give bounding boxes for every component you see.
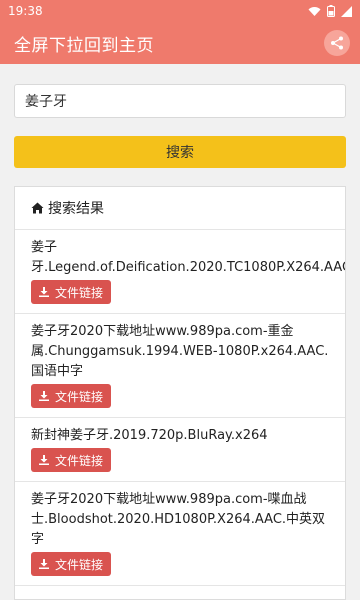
result-title[interactable]: 姜子 牙.Legend.of.Deification.2020.TC1080P.X… — [31, 238, 345, 278]
share-button[interactable] — [324, 30, 350, 56]
result-item: 姜子 牙.Legend.of.Deification.2020.TC1080P.X… — [15, 230, 345, 314]
status-icons — [308, 5, 352, 17]
status-bar: 19:38 — [0, 0, 360, 22]
status-time: 19:38 — [8, 4, 43, 18]
download-icon — [39, 287, 49, 297]
download-icon — [39, 455, 49, 465]
result-title[interactable]: 姜子牙2020下载地址www.989pa.com-喋血战 士.Bloodshot.… — [31, 490, 329, 550]
result-title[interactable]: 姜子牙2020下载地址www.989pa.com-重金 属.Chunggamsuk… — [31, 322, 329, 382]
search-button[interactable]: 搜索 — [14, 136, 346, 168]
result-item: 姜子牙2020下载地址www.989pa.com-重金 属.Chunggamsuk… — [15, 314, 345, 418]
file-link-button[interactable]: 文件链接 — [31, 384, 112, 408]
wifi-icon — [308, 6, 321, 16]
app-title: 全屏下拉回到主页 — [14, 35, 154, 56]
download-icon — [39, 391, 49, 401]
results-header-label: 搜索结果 — [48, 201, 104, 217]
search-input[interactable] — [14, 84, 346, 118]
file-link-button[interactable]: 文件链接 — [31, 552, 112, 576]
app-bar: 全屏下拉回到主页 — [0, 22, 360, 64]
file-link-button[interactable]: 文件链接 — [31, 280, 112, 304]
results-header: 搜索结果 — [15, 187, 345, 230]
home-icon — [31, 202, 44, 214]
result-item: 姜子牙2020下载地址www.989pa.com-喋血战 士.Bloodshot.… — [15, 482, 345, 586]
result-title[interactable]: 新封神姜子牙.2019.720p.BluRay.x264 — [31, 426, 329, 446]
download-icon — [39, 559, 49, 569]
file-link-button[interactable]: 文件链接 — [31, 448, 112, 472]
cellular-icon — [341, 5, 352, 17]
result-item: 新封神姜子牙.2019.720p.BluRay.x264 文件链接 — [15, 418, 345, 482]
battery-icon — [327, 5, 335, 17]
share-icon — [331, 36, 343, 50]
results-panel: 搜索结果 姜子 牙.Legend.of.Deification.2020.TC10… — [14, 186, 346, 600]
